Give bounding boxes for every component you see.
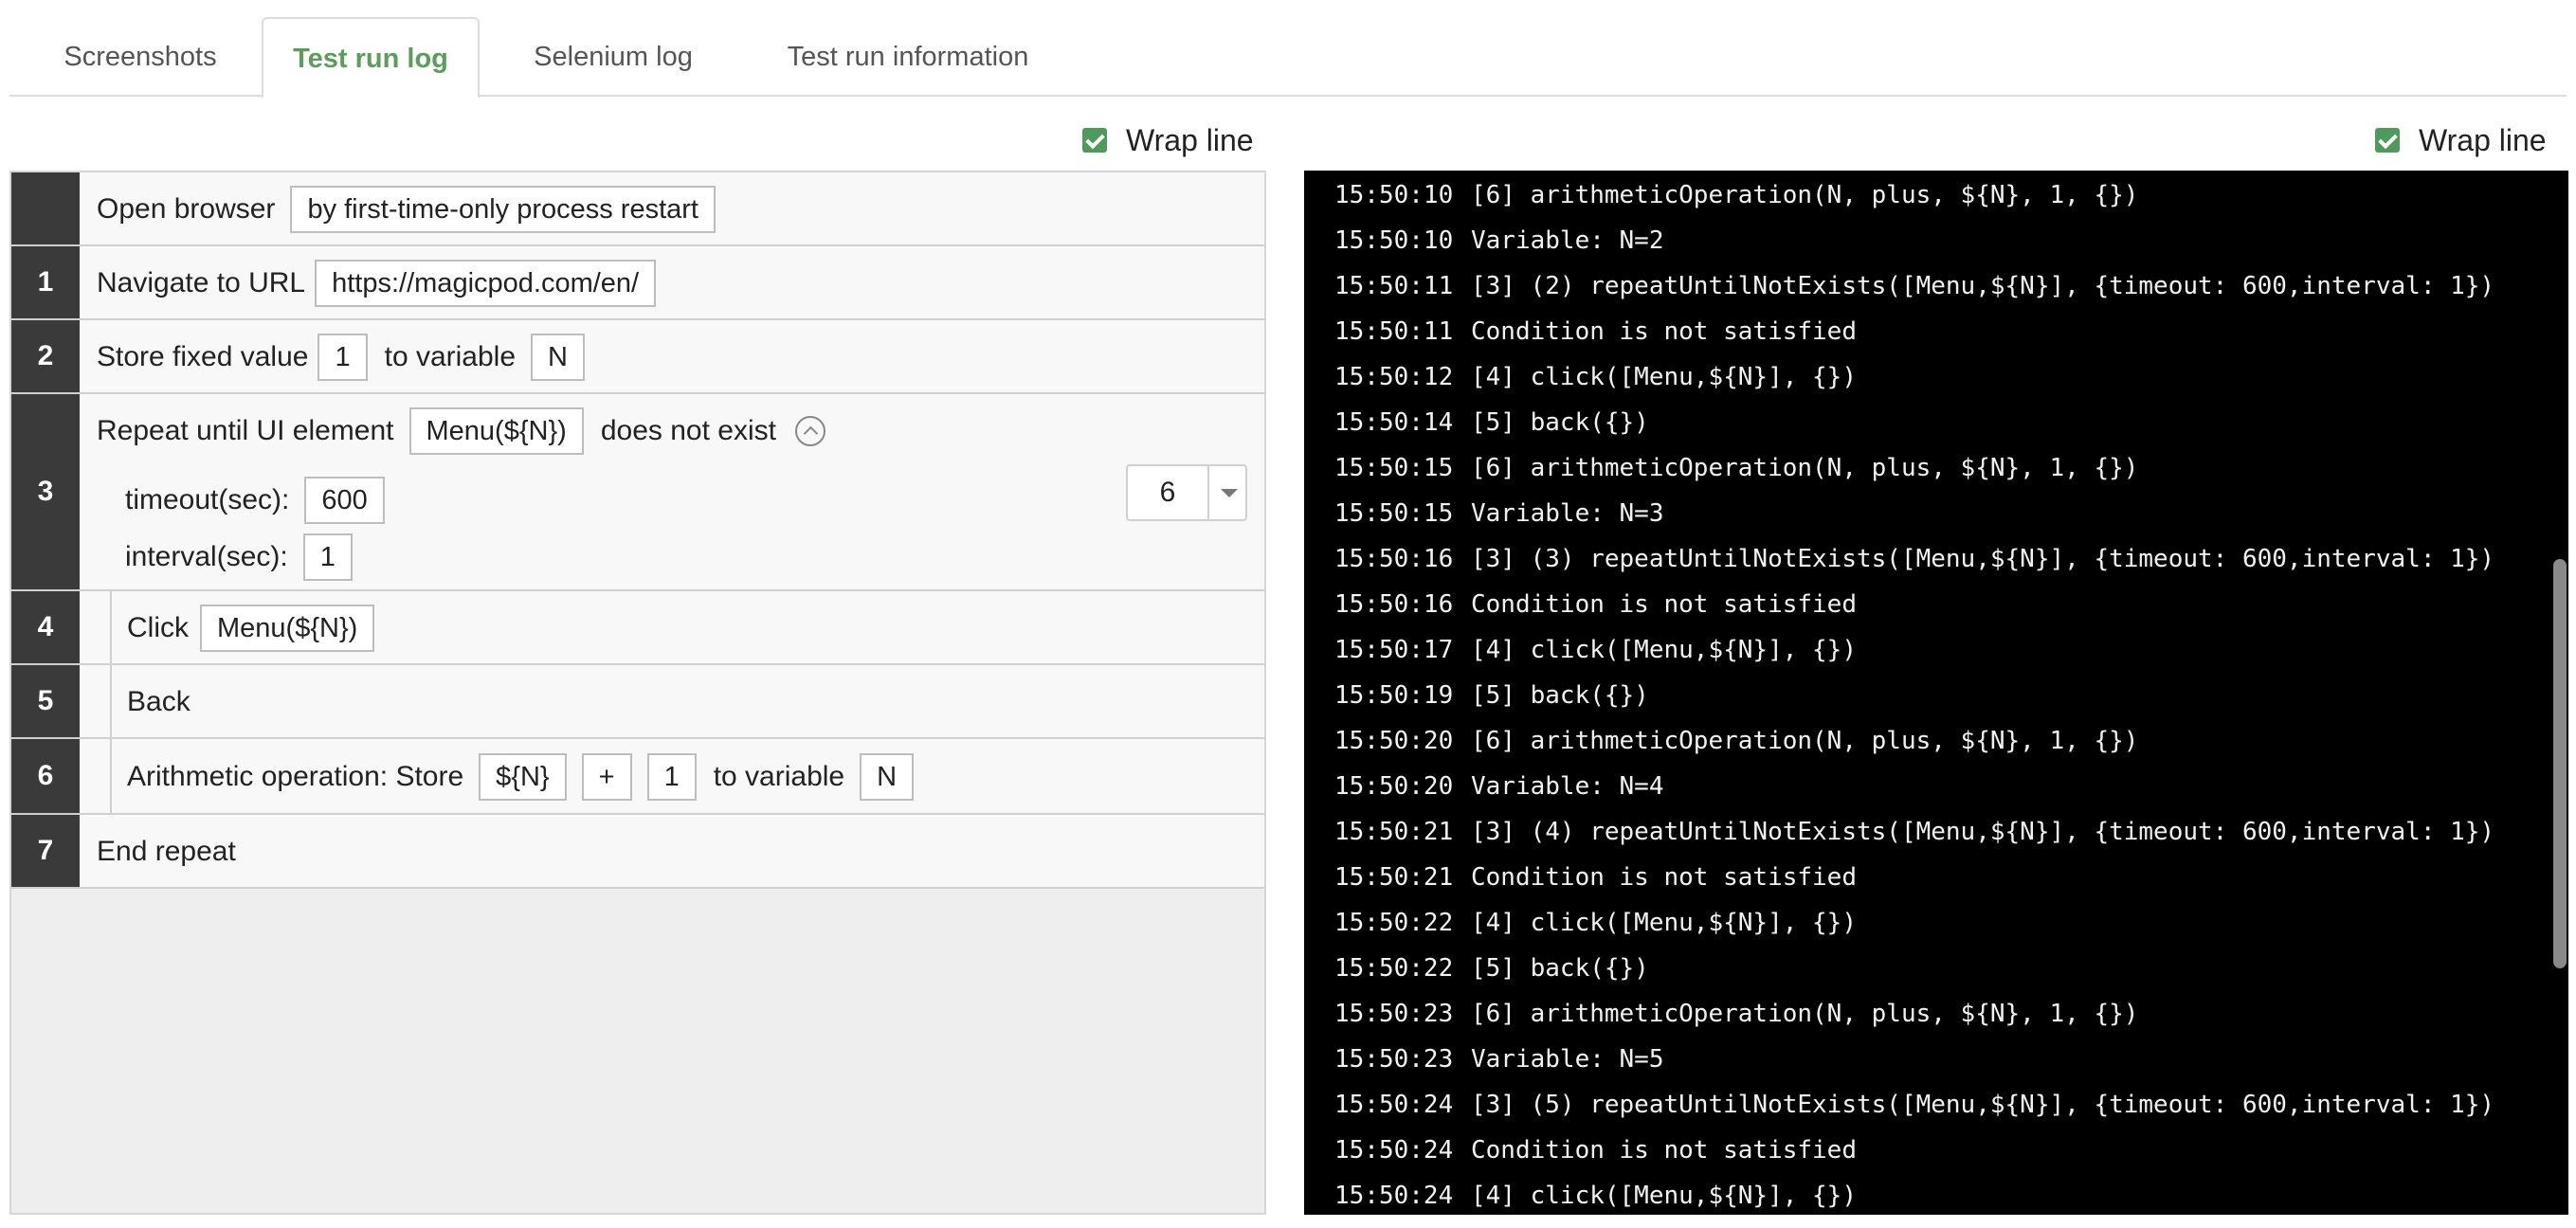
chevron-down-icon[interactable] — [1207, 466, 1245, 519]
step-number: 3 — [11, 394, 80, 589]
step-text: to variable — [713, 761, 845, 792]
step-row-open-browser[interactable]: Open browser by first-time-only process … — [11, 172, 1264, 246]
collapse-up-icon[interactable] — [794, 416, 825, 446]
log-line: 15:50:12 [4] click([Menu,${N}], {}) — [1334, 363, 1857, 391]
step-row-6[interactable]: 6 Arithmetic operation: Store ${N} + 1 t… — [11, 739, 1264, 815]
step-param-ui-element[interactable]: Menu(${N}) — [200, 605, 375, 652]
log-line: 15:50:19 [5] back({}) — [1334, 681, 1649, 710]
timeout-input[interactable]: 600 — [304, 477, 385, 524]
wrap-line-toggle-steps[interactable]: Wrap line — [1082, 117, 1254, 163]
step-param-url[interactable]: https://magicpod.com/en/ — [315, 260, 657, 307]
step-param-operand-1[interactable]: ${N} — [479, 753, 567, 801]
tab-screenshots[interactable]: Screenshots — [25, 17, 256, 97]
end-step-select[interactable]: 6 — [1126, 464, 1247, 521]
step-row-2[interactable]: 2 Store fixed value 1 to variable N — [11, 320, 1264, 394]
log-line: 15:50:24 [4] click([Menu,${N}], {}) — [1334, 1182, 1857, 1210]
log-line: 15:50:20 Variable: N=4 — [1334, 772, 1664, 801]
step-label: Store fixed value — [97, 341, 309, 372]
step-row-5[interactable]: 5 Back — [11, 665, 1264, 739]
step-param-value[interactable]: 1 — [317, 334, 368, 381]
step-param-variable[interactable]: N — [860, 753, 915, 801]
step-number — [11, 172, 80, 244]
step-number: 6 — [11, 739, 80, 813]
step-row-4[interactable]: 4 Click Menu(${N}) — [11, 591, 1264, 665]
log-line: 15:50:16 [3] (3) repeatUntilNotExists([Me… — [1334, 545, 2495, 573]
log-line: 15:50:24 Condition is not satisfied — [1334, 1136, 1857, 1165]
log-line: 15:50:22 [5] back({}) — [1334, 954, 1649, 983]
step-number: 5 — [11, 665, 80, 737]
log-line: 15:50:20 [6] arithmeticOperation(N, plus,… — [1334, 727, 2139, 755]
wrap-line-label: Wrap line — [1126, 122, 1254, 157]
log-line: 15:50:11 [3] (2) repeatUntilNotExists([Me… — [1334, 272, 2495, 300]
log-line: 15:50:14 [5] back({}) — [1334, 408, 1649, 437]
step-number: 7 — [11, 815, 80, 887]
tab-selenium-log[interactable]: Selenium log — [508, 17, 718, 97]
step-number: 4 — [11, 591, 80, 663]
test-run-log-panel[interactable]: 15:50:10 [6] arithmeticOperation(N, plus,… — [1304, 171, 2568, 1215]
test-steps-panel: Open browser by first-time-only process … — [9, 171, 1266, 1215]
log-line: 15:50:15 [6] arithmeticOperation(N, plus,… — [1334, 454, 2139, 482]
log-line: 15:50:21 [3] (4) repeatUntilNotExists([Me… — [1334, 818, 2495, 846]
step-row-3[interactable]: 3 Repeat until UI element Menu(${N}) doe… — [11, 394, 1264, 591]
tab-bar: Screenshots Test run log Selenium log Te… — [9, 17, 2567, 99]
step-param-operand-2[interactable]: 1 — [646, 753, 697, 801]
step-number: 1 — [11, 246, 80, 318]
step-param-restart-mode[interactable]: by first-time-only process restart — [290, 186, 716, 233]
step-text: to variable — [384, 341, 517, 372]
end-step-value: 6 — [1159, 477, 1176, 508]
log-line: 15:50:15 Variable: N=3 — [1334, 499, 1664, 528]
log-line: 15:50:10 Variable: N=2 — [1334, 226, 1664, 255]
log-line: 15:50:22 [4] click([Menu,${N}], {}) — [1334, 909, 1857, 937]
step-text: does not exist — [600, 415, 776, 446]
checkbox-checked-icon[interactable] — [1082, 128, 1107, 153]
checkbox-checked-icon[interactable] — [2375, 128, 2400, 153]
step-label: Open browser — [97, 193, 276, 225]
log-scrollbar[interactable] — [2553, 559, 2567, 968]
step-param-ui-element[interactable]: Menu(${N}) — [408, 407, 584, 455]
timeout-label: timeout(sec): — [125, 484, 290, 515]
step-label: Click — [127, 612, 189, 643]
log-line: 15:50:17 [4] click([Menu,${N}], {}) — [1334, 636, 1857, 664]
nested-step-frame — [110, 665, 1264, 737]
log-line: 15:50:21 Condition is not satisfied — [1334, 863, 1857, 892]
step-label: Navigate to URL — [97, 267, 306, 298]
wrap-line-label: Wrap line — [2419, 122, 2547, 157]
log-line: 15:50:23 [6] arithmeticOperation(N, plus,… — [1334, 1000, 2139, 1028]
step-label: Back — [127, 686, 190, 717]
step-label: Repeat until UI element — [97, 415, 394, 446]
step-row-1[interactable]: 1 Navigate to URL https://magicpod.com/e… — [11, 246, 1264, 320]
log-line: 15:50:10 [6] arithmeticOperation(N, plus,… — [1334, 181, 2139, 209]
log-line: 15:50:24 [3] (5) repeatUntilNotExists([Me… — [1334, 1091, 2495, 1119]
step-number: 2 — [11, 320, 80, 392]
log-line: 15:50:23 Variable: N=5 — [1334, 1045, 1664, 1074]
log-line: 15:50:16 Condition is not satisfied — [1334, 590, 1857, 619]
log-line: 15:50:11 Condition is not satisfied — [1334, 317, 1857, 346]
step-label: End repeat — [97, 836, 236, 867]
interval-input[interactable]: 1 — [302, 533, 353, 581]
wrap-line-toggle-log[interactable]: Wrap line — [2375, 117, 2547, 163]
tab-test-run-information[interactable]: Test run information — [747, 17, 1069, 97]
step-param-operator[interactable]: + — [581, 753, 632, 801]
step-row-7[interactable]: 7 End repeat — [11, 815, 1264, 889]
step-label: Arithmetic operation: Store — [127, 761, 464, 792]
interval-label: interval(sec): — [125, 541, 288, 572]
tab-test-run-log[interactable]: Test run log — [262, 17, 480, 99]
step-param-variable[interactable]: N — [531, 334, 585, 381]
